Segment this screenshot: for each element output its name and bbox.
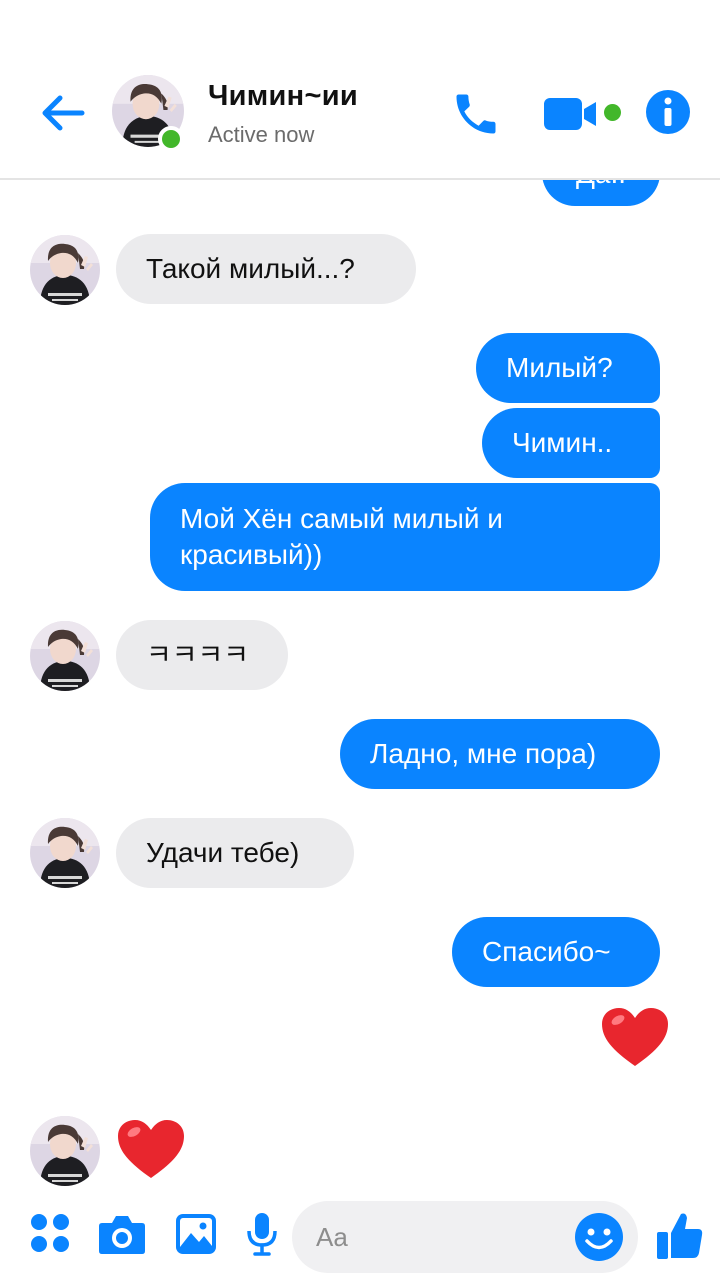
conversation-header: Чимин~ии Active now (0, 0, 720, 180)
contact-avatar[interactable] (30, 1116, 100, 1186)
microphone-icon[interactable] (246, 1211, 278, 1257)
message-text: Такой милый...? (146, 253, 355, 284)
message-bubble-incoming[interactable]: Удачи тебе) (116, 818, 354, 888)
message-text: ㅋㅋㅋㅋ (146, 639, 250, 670)
message-input-placeholder: Aa (316, 1222, 348, 1252)
gallery-icon[interactable] (175, 1213, 217, 1255)
message-bubble-outgoing[interactable]: Ладно, мне пора) (340, 719, 660, 789)
message-text: Спасибо~ (482, 936, 611, 967)
message-bubble-outgoing[interactable]: Чимин.. (482, 408, 660, 478)
contact-name[interactable]: Чимин~ии (208, 80, 358, 113)
camera-icon[interactable] (98, 1213, 146, 1255)
video-camera-icon[interactable] (542, 94, 602, 134)
message-text: Чимин.. (512, 427, 613, 458)
video-active-dot (604, 104, 621, 121)
message-text: Мой Хён самый милый и красивый)) (180, 503, 503, 570)
phone-icon[interactable] (450, 88, 502, 140)
message-text: Удачи тебе) (146, 837, 300, 868)
heart-emoji-incoming[interactable] (116, 1118, 186, 1180)
message-text: Милый? (506, 352, 613, 383)
message-bubble-incoming[interactable]: ㅋㅋㅋㅋ (116, 620, 288, 690)
message-text: Ладно, мне пора) (370, 738, 597, 769)
contact-avatar[interactable] (30, 235, 100, 305)
back-arrow-icon[interactable] (38, 88, 88, 138)
message-bubble-incoming[interactable]: Такой милый...? (116, 234, 416, 304)
apps-grid-icon[interactable] (30, 1213, 70, 1253)
message-bubble-outgoing[interactable]: Мой Хён самый милый и красивый)) (150, 483, 660, 591)
contact-status: Active now (208, 122, 315, 147)
online-indicator (158, 126, 184, 152)
thumbs-up-icon[interactable] (656, 1210, 704, 1260)
message-bubble-outgoing[interactable]: Спасибо~ (452, 917, 660, 987)
info-icon[interactable] (644, 88, 692, 136)
heart-emoji-outgoing[interactable] (600, 1006, 670, 1068)
emoji-icon[interactable] (574, 1212, 624, 1262)
contact-avatar[interactable] (30, 818, 100, 888)
message-bubble-outgoing[interactable]: Милый? (476, 333, 660, 403)
contact-avatar[interactable] (30, 621, 100, 691)
chat-thread: Да.. Такой милый...? Милый? Чимин.. Мой … (0, 0, 720, 1280)
